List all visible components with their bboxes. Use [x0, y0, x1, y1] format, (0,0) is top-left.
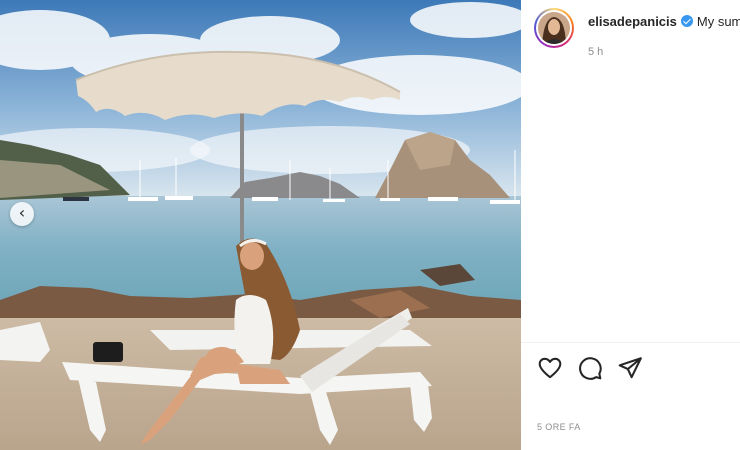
- action-bar: [537, 355, 643, 381]
- carousel-prev-button[interactable]: ‹: [10, 202, 34, 226]
- post-time-short[interactable]: 5 h: [588, 46, 603, 58]
- caption-preview: My sum: [696, 14, 740, 29]
- heart-icon[interactable]: [537, 355, 563, 381]
- post-photo[interactable]: ‹: [0, 0, 521, 450]
- avatar-image: [538, 12, 570, 44]
- chevron-left-icon: ‹: [18, 203, 26, 222]
- avatar[interactable]: [534, 8, 574, 48]
- username-link[interactable]: elisadepanicis: [588, 14, 677, 29]
- post-sidebar: elisadepanicis My sum 5 h 5 ORE FA: [521, 0, 740, 450]
- post-header: elisadepanicis My sum: [588, 14, 740, 29]
- divider: [521, 342, 740, 343]
- paper-plane-icon[interactable]: [617, 355, 643, 381]
- comment-bubble-icon[interactable]: [577, 355, 603, 381]
- verified-badge-icon: [680, 15, 693, 27]
- post-time-full[interactable]: 5 ORE FA: [537, 422, 581, 432]
- beach-photo-image: [0, 0, 521, 450]
